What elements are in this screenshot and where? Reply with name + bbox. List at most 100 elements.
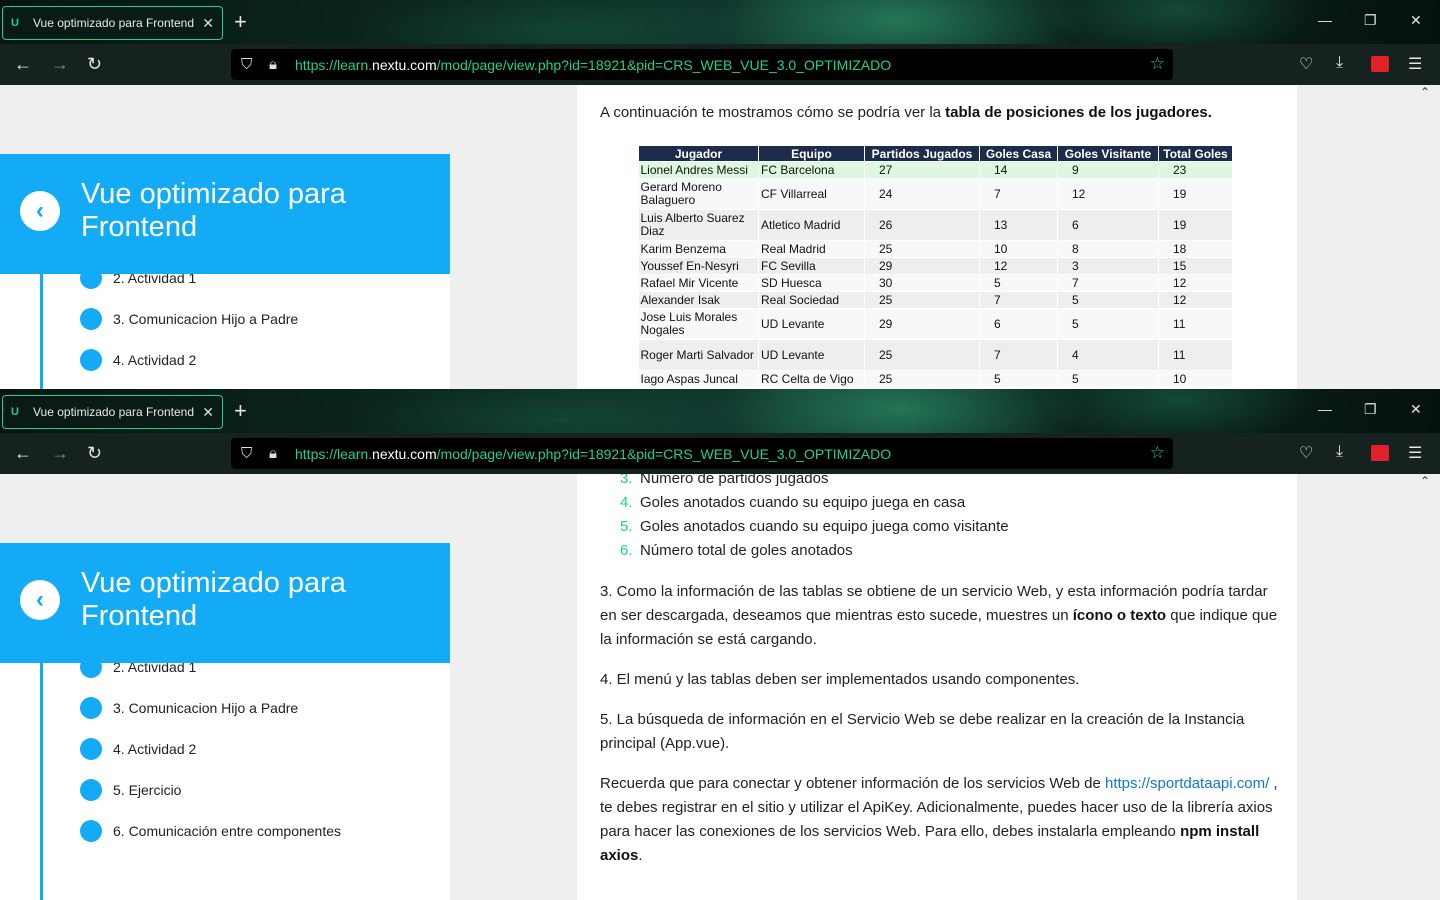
sidebar-item-comunicacion-componentes[interactable]: 6. Comunicación entre componentes [80, 820, 341, 842]
table-cell: 15 [1158, 257, 1233, 275]
table-cell: Lionel Andres Messi [638, 161, 759, 179]
table-cell: UD Levante [758, 339, 865, 371]
address-bar[interactable]: ⛉ 🔒︎ https://learn.nextu.com/mod/page/vi… [231, 49, 1173, 80]
extension-icon[interactable] [1371, 56, 1389, 72]
minimize-icon[interactable]: — [1318, 401, 1332, 417]
bookmark-star-icon[interactable]: ☆ [1150, 443, 1165, 463]
table-header: Goles Casa [979, 145, 1058, 162]
address-bar[interactable]: ⛉ 🔒︎ https://learn.nextu.com/mod/page/vi… [231, 438, 1173, 469]
list-item: 5. Goles anotados cuando su equipo juega … [620, 518, 1009, 535]
sidebar-item-ejercicio[interactable]: 5. Ejercicio [80, 779, 181, 801]
table-row: Iago Aspas Juncal RC Celta de Vigo 25 5 … [638, 370, 1233, 388]
table-cell: 5 [1057, 370, 1159, 388]
lock-icon[interactable]: 🔒︎ [269, 56, 287, 73]
table-cell: 12 [1158, 291, 1233, 309]
table-cell: Real Madrid [758, 240, 865, 258]
table-row: Lionel Andres Messi FC Barcelona 27 14 9… [638, 161, 1233, 179]
table-cell: 12 [1158, 274, 1233, 292]
sidebar-item-comunicacion-hijo-padre[interactable]: 3. Comunicacion Hijo a Padre [80, 697, 298, 719]
table-header: Partidos Jugados [864, 145, 980, 162]
new-tab-icon[interactable]: + [234, 399, 247, 423]
table-cell: Alexander Isak [638, 291, 759, 309]
course-title: Vue optimizado para Frontend [81, 567, 346, 632]
table-intro: A continuación te mostramos cómo se podr… [600, 104, 1212, 121]
reload-icon[interactable]: ↻ [87, 442, 102, 464]
restore-icon[interactable]: ❐ [1364, 12, 1377, 29]
close-window-icon[interactable]: ✕ [1410, 12, 1422, 29]
table-cell: 24 [864, 178, 980, 210]
table-cell: Rafael Mir Vicente [638, 274, 759, 292]
table-cell: 4 [1057, 339, 1159, 371]
table-cell: Real Sociedad [758, 291, 865, 309]
table-cell: 25 [864, 370, 980, 388]
table-cell: SD Huesca [758, 274, 865, 292]
course-title: Vue optimizado para Frontend [81, 178, 346, 243]
back-chevron-icon[interactable]: ‹ [20, 580, 60, 620]
table-cell: 29 [864, 308, 980, 340]
sidebar-item-comunicacion-hijo-padre[interactable]: 3. Comunicacion Hijo a Padre [80, 308, 298, 330]
reload-icon[interactable]: ↻ [87, 53, 102, 75]
table-row: Rafael Mir Vicente SD Huesca 30 5 7 12 [638, 274, 1233, 292]
sidebar-item-label: 5. Ejercicio [113, 782, 182, 798]
pocket-icon[interactable]: ♡ [1299, 443, 1313, 463]
sidebar-item-actividad-2[interactable]: 4. Actividad 2 [80, 349, 196, 371]
sidebar-list: 2. Actividad 1 3. Comunicacion Hijo a Pa… [0, 267, 450, 389]
browser-tab[interactable]: U Vue optimizado para Frontend ✕ [2, 395, 223, 429]
scroll-up-icon[interactable]: ⌃ [1420, 474, 1430, 488]
browser-window-bottom: U Vue optimizado para Frontend ✕ + — ❐ ✕… [0, 389, 1440, 900]
table-row: Gerard Moreno Balaguero CF Villarreal 24… [638, 178, 1233, 210]
url-text[interactable]: https://learn.nextu.com/mod/page/view.ph… [295, 446, 891, 462]
scroll-up-icon[interactable]: ⌃ [1420, 85, 1430, 99]
table-header: Total Goles [1158, 145, 1233, 162]
back-icon[interactable]: ← [14, 442, 32, 464]
lock-icon[interactable]: 🔒︎ [269, 445, 287, 462]
close-tab-icon[interactable]: ✕ [202, 404, 214, 421]
table-cell: 5 [1057, 308, 1159, 340]
shield-icon[interactable]: ⛉ [241, 56, 259, 73]
table-cell: 25 [864, 240, 980, 258]
restore-icon[interactable]: ❐ [1364, 401, 1377, 418]
sidebar-item-actividad-2[interactable]: 4. Actividad 2 [80, 738, 196, 760]
table-cell: 5 [979, 274, 1058, 292]
timeline-line [40, 663, 43, 900]
table-cell: 9 [1057, 161, 1159, 179]
shield-icon[interactable]: ⛉ [241, 445, 259, 462]
nav-bar: ← → ↻ ⛉ 🔒︎ https://learn.nextu.com/mod/p… [0, 433, 1440, 474]
step-dot-icon [80, 349, 102, 371]
browser-tab[interactable]: U Vue optimizado para Frontend ✕ [2, 6, 223, 40]
timeline-line [40, 274, 43, 389]
sidebar-item-label: 4. Actividad 2 [113, 741, 197, 757]
table-cell: 10 [979, 240, 1058, 258]
table-cell: 7 [979, 178, 1058, 210]
step-dot-icon [80, 820, 102, 842]
back-chevron-icon[interactable]: ‹ [20, 191, 60, 231]
table-cell: Karim Benzema [638, 240, 759, 258]
menu-icon[interactable]: ☰ [1408, 443, 1422, 463]
requirements-list: 3. Número de partidos jugados 4. Goles ano… [620, 474, 1009, 563]
table-header: Equipo [758, 145, 865, 162]
course-header: ‹ Vue optimizado para Frontend [0, 543, 450, 663]
table-cell: 13 [979, 209, 1058, 241]
table-header: Jugador [638, 145, 759, 162]
menu-icon[interactable]: ☰ [1408, 54, 1422, 74]
minimize-icon[interactable]: — [1318, 12, 1332, 28]
back-icon[interactable]: ← [14, 53, 32, 75]
download-icon[interactable]: ⤓ [1336, 54, 1343, 72]
bookmark-star-icon[interactable]: ☆ [1150, 54, 1165, 74]
download-icon[interactable]: ⤓ [1336, 443, 1343, 461]
url-text[interactable]: https://learn.nextu.com/mod/page/view.ph… [295, 57, 891, 73]
new-tab-icon[interactable]: + [234, 10, 247, 34]
course-header: ‹ Vue optimizado para Frontend [0, 154, 450, 274]
extension-icon[interactable] [1371, 445, 1389, 461]
table-cell: 23 [1158, 161, 1233, 179]
close-tab-icon[interactable]: ✕ [202, 15, 214, 32]
pocket-icon[interactable]: ♡ [1299, 54, 1313, 74]
close-window-icon[interactable]: ✕ [1410, 401, 1422, 418]
table-cell: CF Villarreal [758, 178, 865, 210]
paragraph-6: Recuerda que para conectar y obtener inf… [600, 775, 1278, 864]
sportdataapi-link[interactable]: https://sportdataapi.com/ [1105, 775, 1269, 792]
sidebar-item-label: 6. Comunicación entre componentes [113, 823, 342, 839]
forward-icon[interactable]: → [51, 442, 69, 464]
forward-icon[interactable]: → [51, 53, 69, 75]
sidebar-item-label: 3. Comunicacion Hijo a Padre [113, 700, 299, 716]
